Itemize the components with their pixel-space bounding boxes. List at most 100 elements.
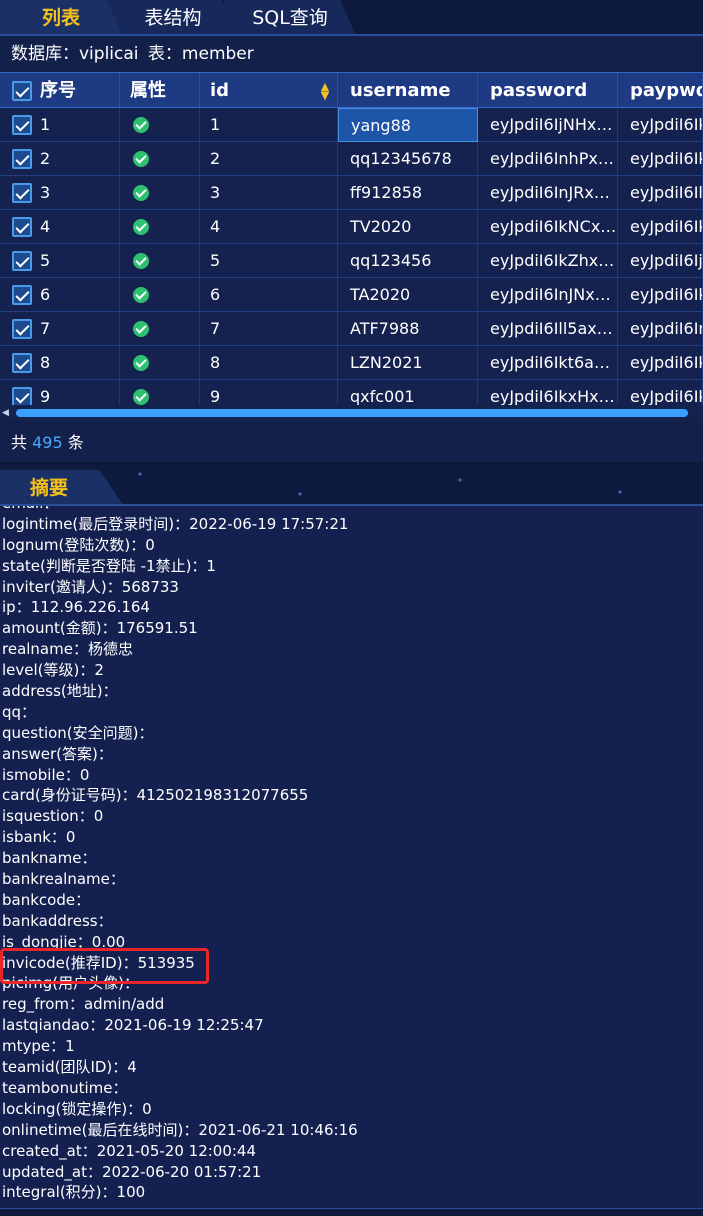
table-row[interactable]: 5 5 qq123456 eyJpdiI6IkZhxxxx eyJpdiI6Ij <box>0 244 703 278</box>
row-index-cell[interactable]: 9 <box>0 380 120 408</box>
row-paypwd-cell[interactable]: eyJpdiI6Ik <box>618 380 703 408</box>
table-row[interactable]: 4 4 TV2020 eyJpdiI6IkNCxxxx eyJpdiI6Ik <box>0 210 703 244</box>
table-row[interactable]: 1 1 yang88 eyJpdiI6IjNHxxxx eyJpdiI6Ik <box>0 108 703 142</box>
check-circle-icon <box>133 287 149 303</box>
row-id-cell[interactable]: 6 <box>200 278 338 312</box>
row-password-cell[interactable]: eyJpdiI6IkNCxxxx <box>478 210 618 244</box>
row-checkbox[interactable] <box>12 251 32 271</box>
row-username-cell[interactable]: qxfc001 <box>338 380 478 408</box>
row-index-cell[interactable]: 1 <box>0 108 120 142</box>
summary-line: qq： <box>2 702 37 721</box>
horizontal-scrollbar[interactable]: ◀ <box>0 405 703 421</box>
row-paypwd-cell[interactable]: eyJpdiI6Ij <box>618 244 703 278</box>
summary-line: integral(积分)：100 <box>2 1183 146 1202</box>
sort-icon[interactable]: ▲ ▼ <box>319 81 331 101</box>
row-index-cell[interactable]: 4 <box>0 210 120 244</box>
table-row[interactable]: 9 9 qxfc001 eyJpdiI6IkxHxxxx eyJpdiI6Ik <box>0 380 703 408</box>
row-paypwd-cell[interactable]: eyJpdiI6Ik <box>618 142 703 176</box>
col-header-password[interactable]: password <box>478 73 618 109</box>
col-header-attr[interactable]: 属性 <box>120 73 200 109</box>
row-username-cell[interactable]: TV2020 <box>338 210 478 244</box>
table-row[interactable]: 7 7 ATF7988 eyJpdiI6Ill5axxxx eyJpdiI6In <box>0 312 703 346</box>
tab-sql-query[interactable]: SQL查询 <box>224 0 356 36</box>
table-row[interactable]: 6 6 TA2020 eyJpdiI6InJNxxxx eyJpdiI6Ik <box>0 278 703 312</box>
tab-table-structure[interactable]: 表结构 <box>108 0 238 36</box>
row-paypwd-cell[interactable]: eyJpdiI6Ik <box>618 108 703 142</box>
row-checkbox[interactable] <box>12 115 32 135</box>
row-paypwd-cell[interactable]: eyJpdiI6Ik <box>618 210 703 244</box>
row-username-cell[interactable]: yang88 <box>338 108 478 142</box>
summary-line: realname：杨德忠 <box>2 640 133 659</box>
row-id-cell[interactable]: 9 <box>200 380 338 408</box>
row-attr-cell <box>120 244 200 278</box>
row-username-cell[interactable]: TA2020 <box>338 278 478 312</box>
table-row[interactable]: 8 8 LZN2021 eyJpdiI6Ikt6axxxx eyJpdiI6Ik <box>0 346 703 380</box>
row-index: 8 <box>40 353 51 372</box>
check-circle-icon <box>133 151 149 167</box>
col-header-paypwd[interactable]: paypwd <box>618 73 703 109</box>
row-paypwd-cell[interactable]: eyJpdiI6In <box>618 312 703 346</box>
tab-summary[interactable]: 摘要 <box>0 470 124 506</box>
summary-line: ip：112.96.226.164 <box>2 598 150 617</box>
row-checkbox[interactable] <box>12 319 32 339</box>
row-index-cell[interactable]: 3 <box>0 176 120 210</box>
row-paypwd-cell[interactable]: eyJpdiI6Ik <box>618 346 703 380</box>
scrollbar-thumb[interactable] <box>16 409 688 417</box>
row-index-cell[interactable]: 2 <box>0 142 120 176</box>
row-id-cell[interactable]: 3 <box>200 176 338 210</box>
row-attr-cell <box>120 108 200 142</box>
scroll-left-arrow-icon[interactable]: ◀ <box>2 407 12 419</box>
row-password-cell[interactable]: eyJpdiI6IkZhxxxx <box>478 244 618 278</box>
check-circle-icon <box>133 219 149 235</box>
table-row[interactable]: 2 2 qq12345678 eyJpdiI6InhPxxxx eyJpdiI6Ik <box>0 142 703 176</box>
row-password-cell[interactable]: eyJpdiI6Ill5axxxx <box>478 312 618 346</box>
row-paypwd-cell[interactable]: eyJpdiI6Il <box>618 176 703 210</box>
check-circle-icon <box>133 117 149 133</box>
row-checkbox[interactable] <box>12 285 32 305</box>
row-password-cell[interactable]: eyJpdiI6InJNxxxx <box>478 278 618 312</box>
summary-line: answer(答案)： <box>2 744 113 763</box>
row-attr-cell <box>120 278 200 312</box>
row-checkbox[interactable] <box>12 387 32 407</box>
row-index-cell[interactable]: 8 <box>0 346 120 380</box>
row-checkbox[interactable] <box>12 353 32 373</box>
row-password-cell[interactable]: eyJpdiI6Ikt6axxxx <box>478 346 618 380</box>
row-checkbox[interactable] <box>12 217 32 237</box>
row-password-cell[interactable]: eyJpdiI6IjNHxxxx <box>478 108 618 142</box>
row-password-cell[interactable]: eyJpdiI6IkxHxxxx <box>478 380 618 408</box>
tab-list[interactable]: 列表 <box>0 0 122 36</box>
row-username-cell[interactable]: qq12345678 <box>338 142 478 176</box>
row-id-cell[interactable]: 4 <box>200 210 338 244</box>
row-id-cell[interactable]: 7 <box>200 312 338 346</box>
row-password-cell[interactable]: eyJpdiI6InJRxxxx <box>478 176 618 210</box>
table-row[interactable]: 3 3 ff912858 eyJpdiI6InJRxxxx eyJpdiI6Il <box>0 176 703 210</box>
row-id-cell[interactable]: 8 <box>200 346 338 380</box>
row-username-cell[interactable]: LZN2021 <box>338 346 478 380</box>
row-index-cell[interactable]: 6 <box>0 278 120 312</box>
row-password-cell[interactable]: eyJpdiI6InhPxxxx <box>478 142 618 176</box>
row-index-cell[interactable]: 7 <box>0 312 120 346</box>
row-id-cell[interactable]: 5 <box>200 244 338 278</box>
col-header-username[interactable]: username <box>338 73 478 109</box>
row-username-cell[interactable]: ATF7988 <box>338 312 478 346</box>
summary-line: bankcode： <box>2 890 91 909</box>
select-all-checkbox[interactable] <box>12 81 32 101</box>
row-attr-cell <box>120 176 200 210</box>
row-index: 6 <box>40 285 51 304</box>
summary-line: isquestion：0 <box>2 807 104 826</box>
row-id-cell[interactable]: 2 <box>200 142 338 176</box>
col-header-index[interactable]: 序号 <box>0 73 120 109</box>
row-username-cell[interactable]: qq123456 <box>338 244 478 278</box>
row-checkbox[interactable] <box>12 183 32 203</box>
annotation-highlight-box <box>0 948 209 984</box>
row-attr-cell <box>120 312 200 346</box>
summary-line: inviter(邀请人)：568733 <box>2 577 179 596</box>
row-index-cell[interactable]: 5 <box>0 244 120 278</box>
col-header-id[interactable]: id ▲ ▼ <box>200 73 338 109</box>
row-checkbox[interactable] <box>12 149 32 169</box>
row-username-cell[interactable]: ff912858 <box>338 176 478 210</box>
row-id-cell[interactable]: 1 <box>200 108 338 142</box>
db-name: 数据库：viplicai <box>11 44 139 64</box>
grid-header: 序号 属性 id ▲ ▼ username password paypwd <box>0 72 703 109</box>
row-paypwd-cell[interactable]: eyJpdiI6Ik <box>618 278 703 312</box>
